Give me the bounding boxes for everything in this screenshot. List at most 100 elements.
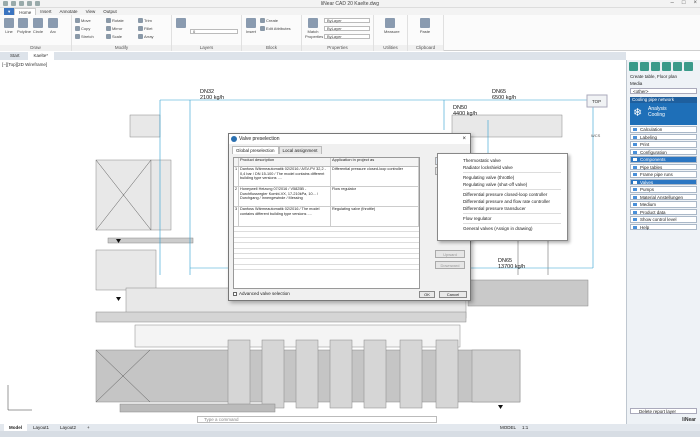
panel-item-help[interactable]: Help [630, 223, 697, 230]
utilities-group-label: Utilities [374, 45, 407, 51]
tab-insert[interactable]: Insert [36, 8, 55, 15]
table-row[interactable]: 1 Danfoss Wärmeautomatik 02/2016 / ASV-P… [234, 167, 419, 187]
minimize-icon[interactable]: – [671, 0, 674, 6]
panel-item-labeling[interactable]: Labeling [630, 133, 697, 140]
match-properties-button[interactable]: Match Properties [305, 18, 323, 39]
move-button[interactable]: Move [75, 18, 91, 23]
menu-item-radiator-lockshield[interactable]: Radiator lockshield valve [438, 164, 567, 171]
polyline-button[interactable]: Polyline [17, 18, 31, 34]
radiator-tool-icon[interactable] [640, 62, 649, 71]
line-button[interactable]: Line [3, 18, 15, 34]
checkbox-box[interactable] [233, 291, 237, 296]
fillet-button[interactable]: Fillet [138, 26, 152, 31]
media-select[interactable]: <other> [630, 88, 697, 94]
tab-start[interactable]: Start [4, 52, 26, 60]
table-row[interactable]: 3 Danfoss Wärmeautomatik 02/2016 / The m… [234, 207, 419, 227]
color-combo[interactable]: ByLayer [324, 18, 370, 23]
maximize-icon[interactable]: □ [682, 0, 686, 6]
tab-layout1[interactable]: Layout1 [28, 424, 54, 431]
col-application[interactable]: Application in project as [331, 158, 419, 166]
menu-item-thermostatic-valve[interactable]: Thermostatic valve [438, 157, 567, 164]
control-level-icon [633, 218, 637, 221]
panel-item-components[interactable]: Components [630, 156, 697, 163]
model-space-toggle[interactable]: MODEL [500, 424, 516, 431]
close-icon[interactable]: × [693, 0, 697, 6]
panel-item-pumps[interactable]: Pumps [630, 186, 697, 193]
circle-button[interactable]: Circle [32, 18, 44, 34]
utilities-group: Measure Utilities [374, 15, 408, 51]
panel-item-medium[interactable]: Medium [630, 201, 697, 208]
menu-item-regulating-shutoff[interactable]: Regulating valve (shut-off valve) [438, 181, 567, 188]
scale-button[interactable]: Scale [106, 34, 122, 39]
lineweight-combo[interactable]: ByLayer [324, 34, 370, 39]
col-product-description[interactable]: Product description [239, 158, 331, 166]
paste-button[interactable]: Paste [419, 18, 431, 34]
annotation-scale[interactable]: 1:1 [522, 424, 528, 431]
valve-tool-icon[interactable] [651, 62, 660, 71]
insert-block-button[interactable]: Insert [245, 18, 257, 34]
panel-item-pipe-tables[interactable]: Pipe tables [630, 163, 697, 170]
menu-item-flow-regulator[interactable]: Flow regulator [438, 215, 567, 222]
mirror-button[interactable]: Mirror [106, 26, 122, 31]
panel-item-calculation[interactable]: Calculation [630, 126, 697, 133]
file-menu-button[interactable]: ▾ [4, 8, 15, 15]
trim-button[interactable]: Trim [138, 18, 152, 23]
panel-item-show-control-level[interactable]: Show control level [630, 216, 697, 223]
components-icon [633, 158, 637, 161]
clipboard-group: Paste Clipboard [408, 15, 444, 51]
ok-button[interactable]: OK [419, 291, 435, 298]
stretch-button[interactable]: Stretch [75, 34, 94, 39]
menu-item-dp-transducer[interactable]: Differential pressure transducer [438, 205, 567, 212]
panel-item-product-data[interactable]: Product data [630, 208, 697, 215]
measure-button[interactable]: Measure [384, 18, 400, 34]
layer-properties-button[interactable] [175, 18, 187, 29]
panel-item-frame-pipe-runs[interactable]: Frame pipe runs [630, 171, 697, 178]
array-button[interactable]: Array [138, 34, 154, 39]
valves-icon [633, 180, 637, 184]
cancel-button[interactable]: Cancel [439, 291, 467, 298]
viewport-label[interactable]: [−][Top][2D Wireframe] [2, 62, 47, 67]
downward-button[interactable]: Downward [435, 261, 465, 269]
rotate-button[interactable]: Rotate [106, 18, 124, 23]
menu-item-regulating-throttle[interactable]: Regulating valve (throttle) [438, 174, 567, 181]
upward-button[interactable]: Upward [435, 250, 465, 258]
tab-annotate[interactable]: Annotate [56, 8, 82, 15]
document-tabs: Start Kaelte* [0, 52, 626, 60]
settings-tool-icon[interactable] [684, 62, 693, 71]
tab-global-preselection[interactable]: Global preselection [232, 146, 279, 154]
tab-output[interactable]: Output [99, 8, 121, 15]
panel-item-print[interactable]: Print [630, 141, 697, 148]
layout-tabs: Model Layout1 Layout2 + [0, 424, 700, 431]
linetype-combo[interactable]: ByLayer [324, 26, 370, 31]
tab-layout2[interactable]: Layout2 [55, 424, 81, 431]
create-block-button[interactable]: Create [260, 18, 278, 23]
pipe-tables-icon [633, 165, 637, 169]
delete-report-layer-button[interactable]: Delete report layer [630, 408, 697, 414]
menu-item-general-valves[interactable]: General valves (Assign in drawing) [438, 225, 567, 232]
tab-view[interactable]: View [82, 8, 100, 15]
pump-tool-icon[interactable] [662, 62, 671, 71]
command-line[interactable]: Type a command [197, 416, 437, 423]
layer-combo[interactable]: 0 [190, 29, 238, 34]
tab-kaelte[interactable]: Kaelte* [27, 52, 55, 60]
dialog-close-icon[interactable]: × [462, 134, 466, 144]
panel-item-configuration[interactable]: Configuration [630, 148, 697, 155]
panel-item-material[interactable]: Material Anstellungen [630, 193, 697, 200]
calc-tool-icon[interactable] [673, 62, 682, 71]
advanced-valve-selection-checkbox[interactable]: Advanced valve selection [233, 291, 290, 296]
pumps-icon [633, 188, 637, 191]
edit-attributes-button[interactable]: Edit Attributes [260, 26, 291, 31]
snowflake-icon: ❄ [633, 107, 643, 119]
menu-item-dp-controller[interactable]: Differential pressure closed-loop contro… [438, 191, 567, 198]
add-layout-button[interactable]: + [82, 424, 95, 431]
pipe-tool-icon[interactable] [629, 62, 638, 71]
menu-item-dp-flow-controller[interactable]: Differential pressure and flow rate cont… [438, 198, 567, 205]
tab-home[interactable]: Home [14, 8, 37, 15]
menu-divider [463, 172, 561, 173]
tab-local-assignment[interactable]: Local assignment [278, 146, 322, 154]
tab-model[interactable]: Model [4, 424, 27, 431]
copy-button[interactable]: Copy [75, 26, 90, 31]
arc-button[interactable]: Arc [47, 18, 59, 34]
table-row[interactable]: 2 Honeywell Heizung 07/2016 / V5825B - D… [234, 187, 419, 207]
panel-item-valves[interactable]: Valves [630, 178, 697, 185]
